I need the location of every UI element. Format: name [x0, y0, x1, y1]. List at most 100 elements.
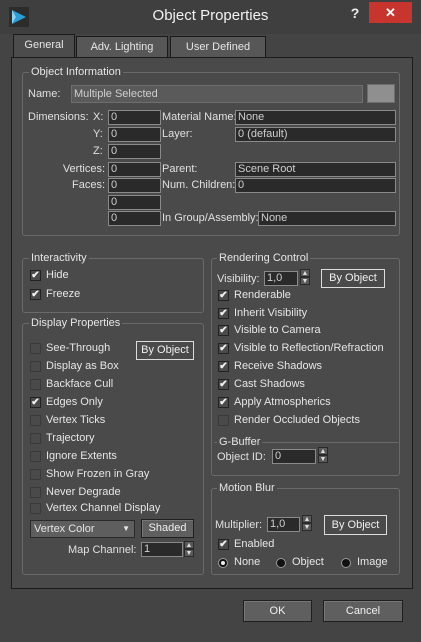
spinner-up-icon: ▲ — [318, 447, 328, 455]
ignore-extents-checkbox[interactable] — [30, 451, 41, 462]
object-id-field[interactable]: 0 — [272, 449, 316, 464]
spinner-down-icon: ▼ — [318, 455, 328, 463]
visibility-spinner[interactable]: ▲ ▼ — [300, 269, 310, 285]
help-button[interactable]: ? — [343, 2, 367, 24]
vertex-channel-display-label: Vertex Channel Display — [46, 502, 161, 514]
receive-shadows-checkbox[interactable]: ✔ — [218, 361, 229, 372]
check-icon: ✔ — [31, 289, 40, 300]
show-frozen-in-gray-checkbox[interactable] — [30, 469, 41, 480]
shaded-button[interactable]: Shaded — [141, 519, 194, 538]
object-color-swatch[interactable] — [367, 84, 395, 103]
dimension-y-field: 0 — [108, 127, 161, 142]
cancel-button[interactable]: Cancel — [323, 600, 403, 622]
never-degrade-checkbox[interactable] — [30, 487, 41, 498]
visible-to-reflection-checkbox[interactable]: ✔ — [218, 343, 229, 354]
blur-object-radio[interactable] — [276, 558, 286, 568]
tab-adv-lighting[interactable]: Adv. Lighting — [76, 36, 168, 58]
cast-shadows-label: Cast Shadows — [234, 378, 305, 390]
render-occluded-objects-label: Render Occluded Objects — [234, 414, 360, 426]
in-group-field: None — [258, 211, 396, 226]
check-icon: ✔ — [219, 325, 228, 336]
see-through-checkbox[interactable] — [30, 343, 41, 354]
spinner-up-icon: ▲ — [300, 269, 310, 277]
object-id-spinner[interactable]: ▲ ▼ — [318, 447, 328, 463]
parent-field: Scene Root — [235, 162, 396, 177]
blur-image-radio[interactable] — [341, 558, 351, 568]
visibility-field[interactable]: 1,0 — [264, 271, 298, 286]
faces-field: 0 — [108, 178, 161, 193]
inherit-visibility-checkbox[interactable]: ✔ — [218, 308, 229, 319]
renderable-label: Renderable — [234, 289, 291, 301]
ignore-extents-label: Ignore Extents — [46, 450, 117, 462]
display-properties-title: Display Properties — [29, 317, 123, 329]
material-name-label: Material Name: — [162, 111, 237, 123]
spinner-up-icon: ▲ — [184, 541, 194, 549]
rendering-control-title: Rendering Control — [217, 252, 311, 264]
object-information-title: Object Information — [29, 66, 123, 78]
edges-only-checkbox[interactable]: ✔ — [30, 397, 41, 408]
tab-user-defined[interactable]: User Defined — [170, 36, 266, 58]
check-icon: ✔ — [219, 343, 228, 354]
visible-to-camera-label: Visible to Camera — [234, 324, 321, 336]
visible-to-camera-checkbox[interactable]: ✔ — [218, 325, 229, 336]
dimensions-label: Dimensions: — [28, 111, 89, 123]
y-label: Y: — [93, 128, 103, 140]
vertex-channel-display-checkbox[interactable] — [30, 503, 41, 514]
hide-label: Hide — [46, 269, 69, 281]
vertices-label: Vertices: — [62, 163, 105, 175]
cast-shadows-checkbox[interactable]: ✔ — [218, 379, 229, 390]
renderable-checkbox[interactable]: ✔ — [218, 290, 229, 301]
rendering-by-object-button[interactable]: By Object — [321, 269, 385, 288]
vertex-ticks-checkbox[interactable] — [30, 415, 41, 426]
motion-blur-by-object-button[interactable]: By Object — [324, 515, 387, 535]
apply-atmospherics-checkbox[interactable]: ✔ — [218, 397, 229, 408]
blur-image-label: Image — [357, 556, 388, 568]
blur-none-radio[interactable] — [218, 558, 228, 568]
num-children-label: Num. Children: — [162, 179, 236, 191]
check-icon: ✔ — [31, 270, 40, 281]
vertices-field: 0 — [108, 162, 161, 177]
never-degrade-label: Never Degrade — [46, 486, 121, 498]
tab-general[interactable]: General — [13, 34, 75, 58]
vertex-color-dropdown[interactable]: Vertex Color ▼ — [30, 520, 135, 538]
spinner-up-icon: ▲ — [302, 515, 312, 523]
render-occluded-objects-checkbox[interactable] — [218, 415, 229, 426]
hide-checkbox[interactable]: ✔ — [30, 270, 41, 281]
backface-cull-checkbox[interactable] — [30, 379, 41, 390]
ok-button[interactable]: OK — [243, 600, 312, 622]
show-frozen-in-gray-label: Show Frozen in Gray — [46, 468, 150, 480]
display-by-object-button[interactable]: By Object — [136, 341, 194, 360]
map-channel-spinner[interactable]: ▲ ▼ — [184, 541, 194, 557]
close-button[interactable]: ✕ — [369, 2, 412, 23]
backface-cull-label: Backface Cull — [46, 378, 114, 390]
display-as-box-checkbox[interactable] — [30, 361, 41, 372]
extra-count-field-2: 0 — [108, 211, 161, 226]
multiplier-field[interactable]: 1,0 — [267, 517, 300, 532]
vertex-ticks-label: Vertex Ticks — [46, 414, 106, 426]
map-channel-label: Map Channel: — [68, 544, 137, 556]
freeze-label: Freeze — [46, 288, 81, 300]
check-icon: ✔ — [219, 397, 228, 408]
close-icon: ✕ — [385, 5, 396, 20]
interactivity-title: Interactivity — [29, 252, 89, 264]
parent-label: Parent: — [162, 163, 198, 175]
motion-blur-enabled-checkbox[interactable]: ✔ — [218, 539, 229, 550]
display-as-box-label: Display as Box — [46, 360, 119, 372]
name-field[interactable]: Multiple Selected — [71, 85, 363, 103]
visibility-label: Visibility: — [217, 273, 260, 285]
check-icon: ✔ — [219, 539, 228, 550]
map-channel-field[interactable]: 1 — [141, 542, 183, 557]
see-through-label: See-Through — [46, 342, 111, 354]
check-icon: ✔ — [219, 379, 228, 390]
blur-none-label: None — [234, 556, 261, 568]
spinner-down-icon: ▼ — [302, 523, 312, 531]
name-label: Name: — [28, 88, 61, 100]
in-group-label: In Group/Assembly: — [162, 212, 259, 224]
spinner-down-icon: ▼ — [300, 277, 310, 285]
gbuffer-title: G-Buffer — [217, 436, 263, 448]
interactivity-group — [22, 258, 204, 313]
object-id-label: Object ID: — [217, 451, 266, 463]
trajectory-checkbox[interactable] — [30, 433, 41, 444]
multiplier-spinner[interactable]: ▲ ▼ — [302, 515, 312, 531]
freeze-checkbox[interactable]: ✔ — [30, 289, 41, 300]
